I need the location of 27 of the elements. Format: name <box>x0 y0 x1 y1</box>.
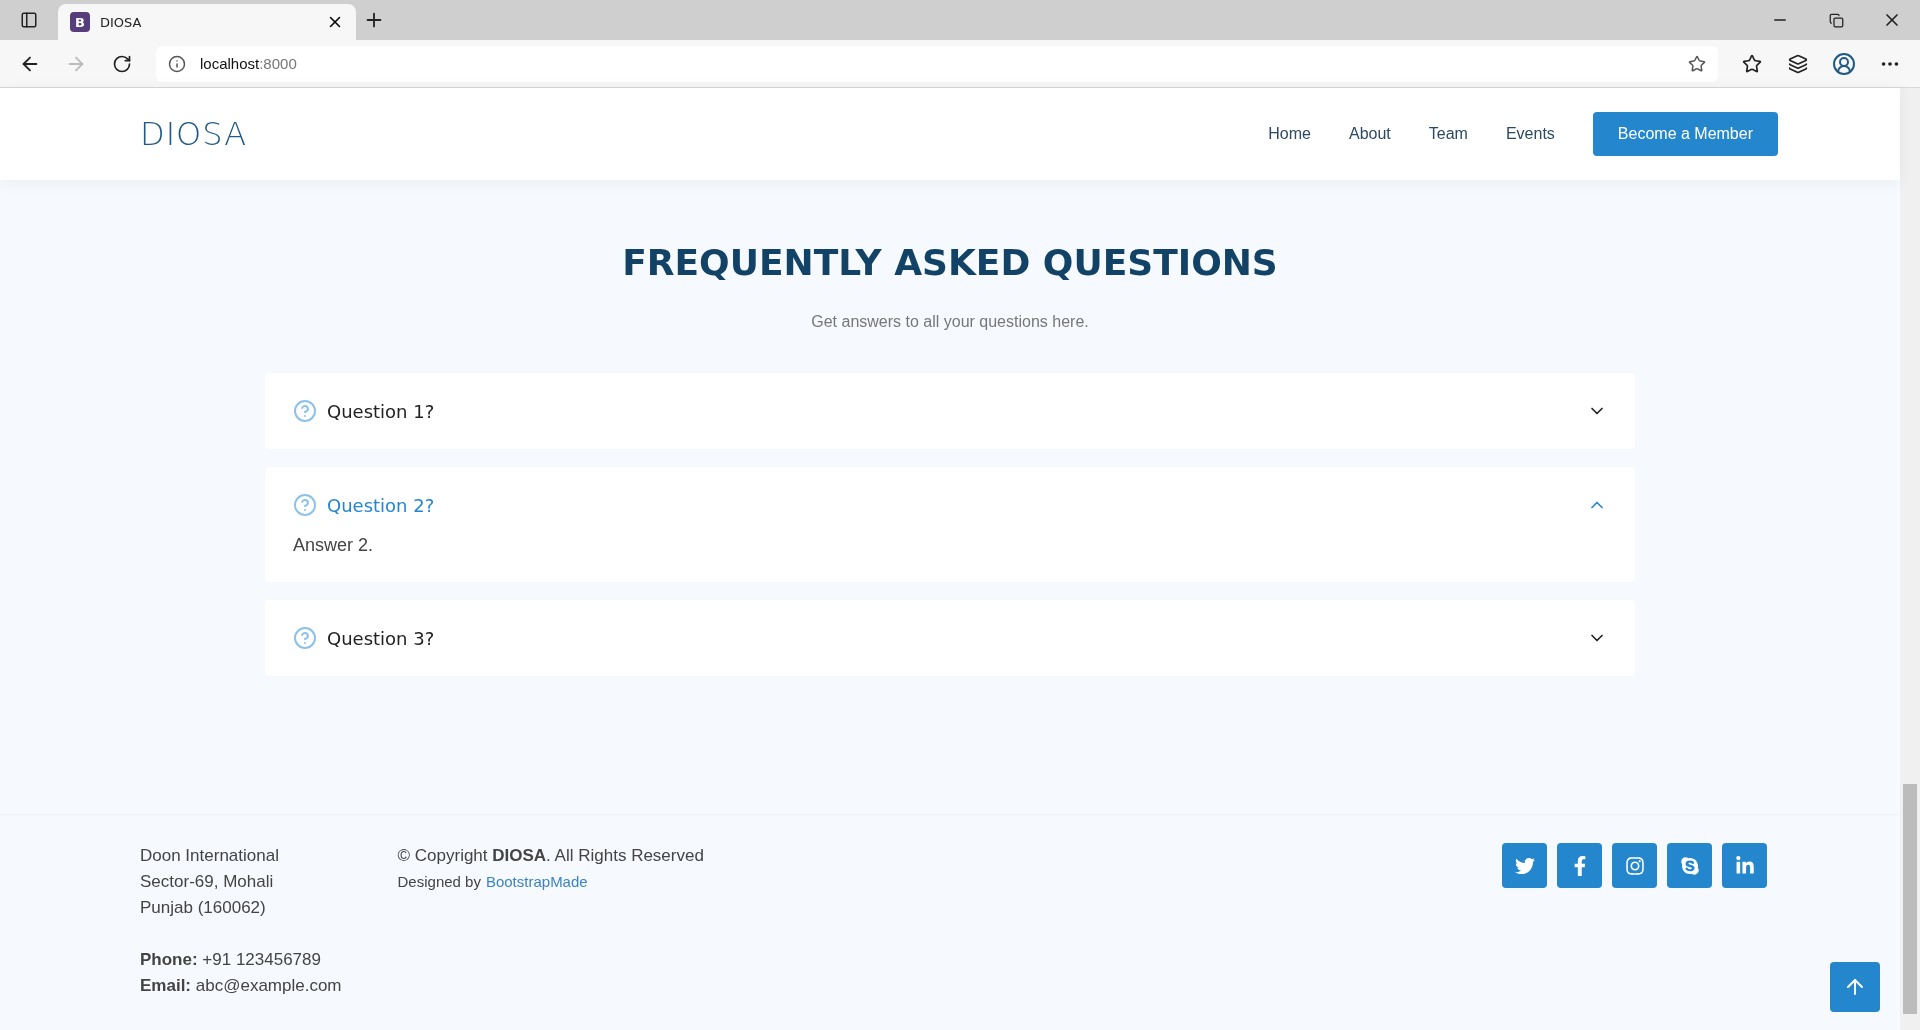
nav-link[interactable]: Team <box>1428 125 1468 143</box>
answer-text: Answer 2. <box>293 535 375 556</box>
favicon: B <box>70 12 90 32</box>
member-button[interactable]: Become a Member <box>1592 112 1778 156</box>
faq-item[interactable]: Question 3? <box>265 600 1635 676</box>
nav-link[interactable]: Home <box>1268 125 1311 143</box>
question-text: Question 1? <box>327 400 436 422</box>
question-text: Question 2? <box>327 494 436 516</box>
credit-text: Designed by <box>397 873 481 890</box>
address-bar[interactable]: localhost:8000 <box>156 45 1718 82</box>
nav-link[interactable]: About <box>1348 125 1391 143</box>
address-line: Doon International <box>140 845 280 867</box>
copyright-text: © Copyright DIOSA. All Rights Reserved <box>397 845 704 867</box>
question-text: Question 3? <box>327 627 436 649</box>
site-logo[interactable]: DIOSA <box>140 115 248 153</box>
faq-item[interactable]: Question 2? Answer 2. <box>265 467 1635 582</box>
address-line: Sector-69, Mohali <box>140 871 275 893</box>
phone-text: Phone: +91 123456789 <box>140 949 322 971</box>
tab-title: DIOSA <box>100 14 143 30</box>
section-title: FREQUENTLY ASKED QUESTIONS <box>622 242 1278 283</box>
designer-link[interactable]: BootstrapMade <box>485 873 588 890</box>
address-line: Punjab (160062) <box>140 897 267 919</box>
browser-tab[interactable]: B DIOSA <box>58 4 356 40</box>
nav-link[interactable]: Events <box>1505 125 1555 143</box>
section-subtitle: Get answers to all your questions here. <box>811 313 1089 331</box>
faq-item[interactable]: Question 1? <box>265 373 1635 449</box>
email-text: Email: abc@example.com <box>140 975 342 997</box>
